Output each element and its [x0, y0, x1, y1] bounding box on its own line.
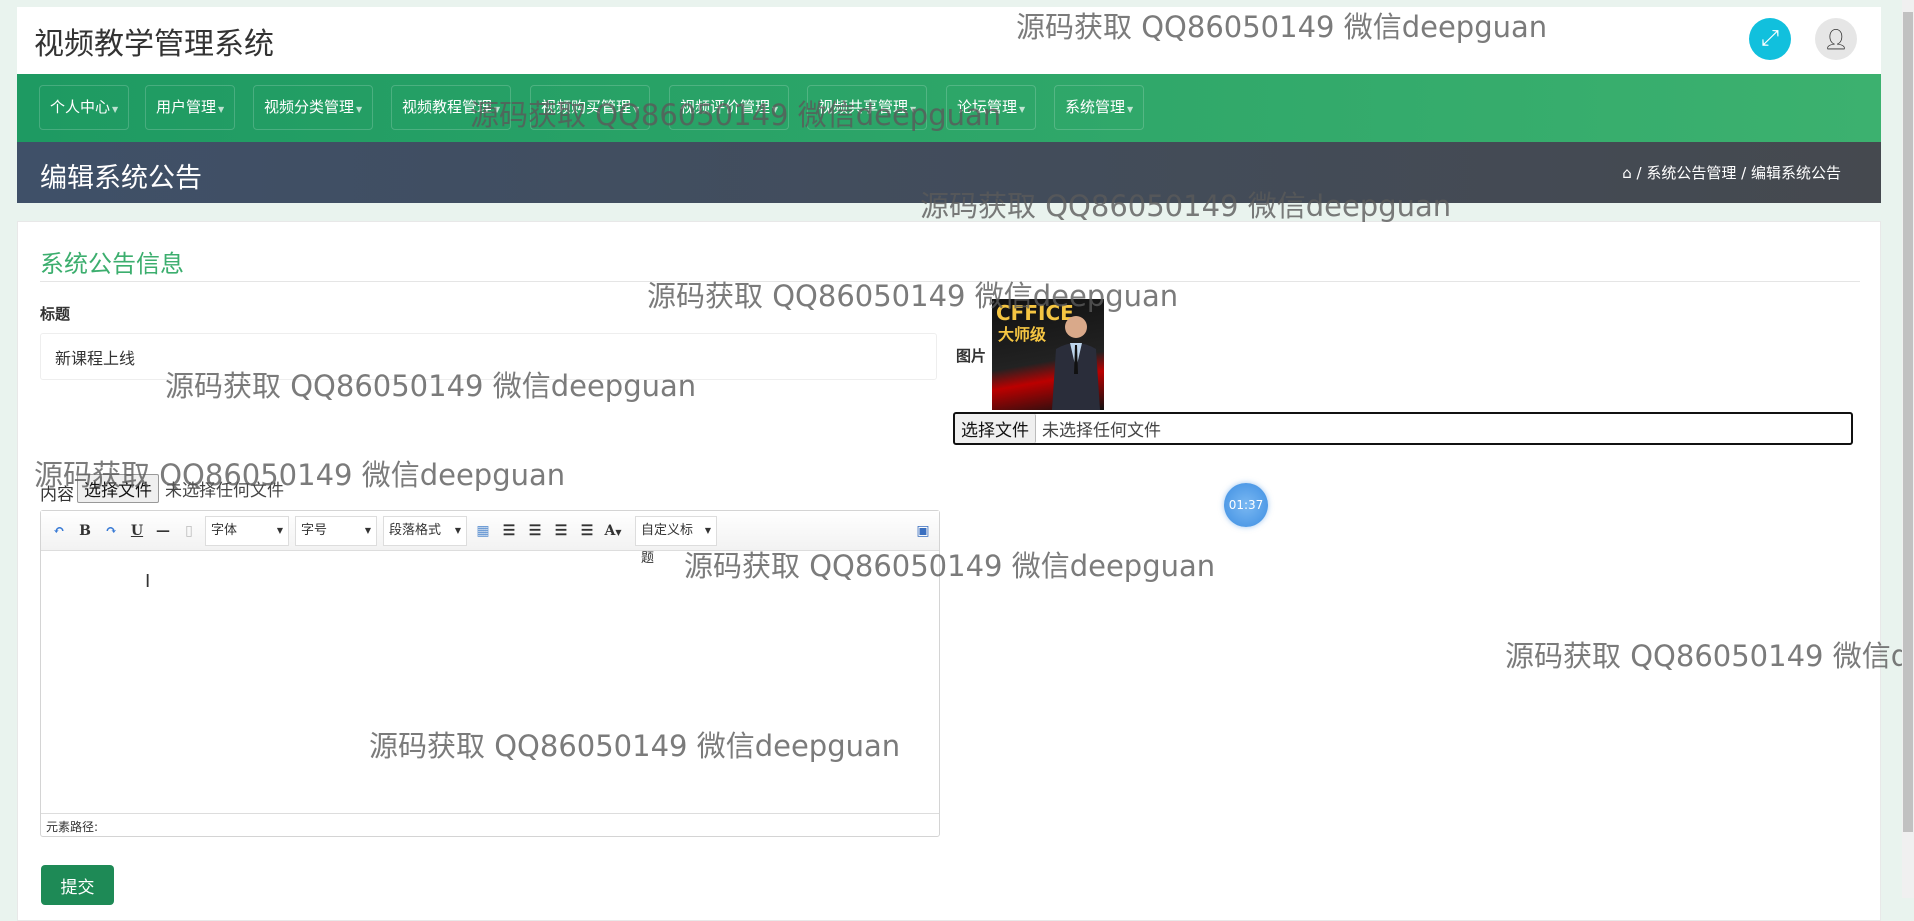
editor-content-area[interactable]: I: [41, 551, 939, 813]
caret-down-icon: ▼: [633, 105, 640, 114]
dropdown-arrow-icon: ▼: [276, 525, 283, 535]
image-label: 图片: [956, 347, 987, 365]
custom-title-select[interactable]: 自定义标题 ▼: [635, 515, 717, 566]
combo-label: 字体: [211, 522, 238, 538]
title-label: 标题: [40, 305, 71, 323]
scrollbar-thumb[interactable]: [1903, 12, 1913, 832]
table-icon[interactable]: ▦: [473, 523, 493, 539]
font-family-select[interactable]: 字体 ▼: [205, 515, 289, 546]
dropdown-arrow-icon: ▼: [454, 525, 461, 535]
font-color-label: A: [604, 522, 616, 539]
caret-down-icon: ▼: [218, 105, 225, 114]
page-scrollbar[interactable]: [1902, 0, 1914, 898]
caret-down-icon: ▼: [772, 105, 779, 114]
nav-item-video-category[interactable]: 视频分类管理 ▼: [253, 85, 374, 130]
align-justify-icon[interactable]: ☰: [577, 523, 597, 539]
breadcrumb: ⌂ / 系统公告管理 / 编辑系统公告: [1622, 162, 1841, 183]
nav-label: 用户管理: [156, 98, 217, 116]
nav-item-system[interactable]: 系统管理 ▼: [1054, 85, 1145, 130]
combo-label: 字号: [301, 522, 328, 538]
text-cursor-icon: I: [145, 571, 151, 592]
dropdown-arrow-icon: ▼: [615, 526, 622, 537]
expand-icon: ⤢: [1761, 26, 1779, 51]
timer-badge[interactable]: 01:37: [1224, 483, 1268, 527]
nav-label: 个人中心: [50, 98, 111, 116]
redo-icon[interactable]: ↷: [101, 523, 121, 539]
nav-item-forum[interactable]: 论坛管理 ▼: [946, 85, 1037, 130]
align-right-icon[interactable]: ☰: [525, 523, 545, 539]
page-banner: 编辑系统公告 ⌂ / 系统公告管理 / 编辑系统公告: [17, 142, 1881, 203]
image-preview: CFFICE 大师级: [992, 299, 1104, 410]
caret-down-icon: ▼: [112, 105, 119, 114]
breadcrumb-separator: /: [1636, 164, 1642, 182]
user-button[interactable]: 👤︎: [1815, 18, 1857, 60]
choose-file-button[interactable]: 选择文件: [77, 474, 159, 503]
content-label: 内容: [40, 485, 74, 505]
file-status: 未选择任何文件: [165, 481, 284, 501]
preview-icon[interactable]: ▣: [913, 523, 933, 539]
nav-label: 论坛管理: [957, 98, 1018, 116]
nav-item-personal-center[interactable]: 个人中心 ▼: [39, 85, 130, 130]
user-icon: 👤︎: [1823, 27, 1849, 51]
nav-item-video-tutorial[interactable]: 视频教程管理 ▼: [391, 85, 512, 130]
image-file-input[interactable]: 选择文件 未选择任何文件: [953, 412, 1853, 445]
bold-button[interactable]: B: [75, 523, 95, 539]
main-nav: 个人中心 ▼ 用户管理 ▼ 视频分类管理 ▼ 视频教程管理 ▼ 视频购买管理 ▼ 视频评价…: [17, 74, 1881, 142]
align-left-icon[interactable]: ☰: [499, 523, 519, 539]
underline-button[interactable]: U: [127, 523, 147, 539]
top-header: 视频教学管理系统 ⤢ 👤︎: [17, 7, 1881, 74]
horizontal-rule-icon[interactable]: —: [153, 523, 173, 539]
font-size-select[interactable]: 字号 ▼: [295, 515, 377, 546]
nav-item-video-review[interactable]: 视频评价管理 ▼: [669, 85, 790, 130]
nav-label: 视频购买管理: [541, 98, 632, 116]
file-status: 未选择任何文件: [1042, 421, 1161, 441]
rich-text-editor: ↶ B ↷ U — ▯ 字体 ▼ 字号 ▼ 段落格式 ▼ ▦ ☰ ☰ ☰ ☰ A▼ 自…: [40, 510, 940, 837]
content-file-input[interactable]: 选择文件 未选择任何文件: [77, 474, 284, 503]
nav-item-video-share[interactable]: 视频共享管理 ▼: [807, 85, 928, 130]
nav-item-user-management[interactable]: 用户管理 ▼: [145, 85, 236, 130]
nav-label: 视频教程管理: [402, 98, 493, 116]
caret-down-icon: ▼: [1127, 105, 1134, 114]
combo-label: 自定义标题: [641, 522, 694, 566]
app-title: 视频教学管理系统: [34, 27, 274, 62]
breadcrumb-item[interactable]: 系统公告管理: [1646, 164, 1736, 182]
dropdown-arrow-icon: ▼: [364, 525, 371, 535]
divider: [40, 281, 1860, 282]
caret-down-icon: ▼: [910, 105, 917, 114]
page-title: 编辑系统公告: [40, 163, 202, 194]
caret-down-icon: ▼: [1019, 105, 1026, 114]
nav-label: 视频共享管理: [818, 98, 909, 116]
image-logo-text: 大师级: [998, 325, 1047, 344]
caret-down-icon: ▼: [494, 105, 501, 114]
breadcrumb-current: 编辑系统公告: [1750, 164, 1841, 182]
combo-label: 段落格式: [389, 522, 442, 538]
home-icon[interactable]: ⌂: [1622, 164, 1632, 182]
element-path-bar: 元素路径:: [41, 813, 939, 837]
editor-toolbar: ↶ B ↷ U — ▯ 字体 ▼ 字号 ▼ 段落格式 ▼ ▦ ☰ ☰ ☰ ☰ A▼ 自…: [41, 511, 939, 566]
page-icon[interactable]: ▯: [179, 523, 199, 539]
person-image: [1052, 316, 1100, 410]
undo-icon[interactable]: ↶: [49, 523, 69, 539]
caret-down-icon: ▼: [356, 105, 363, 114]
nav-label: 系统管理: [1065, 98, 1126, 116]
align-center-icon[interactable]: ☰: [551, 523, 571, 539]
section-title: 系统公告信息: [40, 250, 184, 278]
dropdown-arrow-icon: ▼: [704, 525, 711, 535]
title-input[interactable]: [40, 333, 937, 380]
fullscreen-button[interactable]: ⤢: [1749, 18, 1791, 60]
font-color-button[interactable]: A▼: [603, 523, 623, 539]
breadcrumb-separator: /: [1741, 164, 1747, 182]
choose-file-button[interactable]: 选择文件: [955, 414, 1036, 443]
nav-label: 视频分类管理: [264, 98, 355, 116]
nav-label: 视频评价管理: [680, 98, 771, 116]
submit-button[interactable]: 提交: [41, 865, 114, 905]
nav-item-video-purchase[interactable]: 视频购买管理 ▼: [530, 85, 651, 130]
paragraph-format-select[interactable]: 段落格式 ▼: [383, 515, 467, 546]
